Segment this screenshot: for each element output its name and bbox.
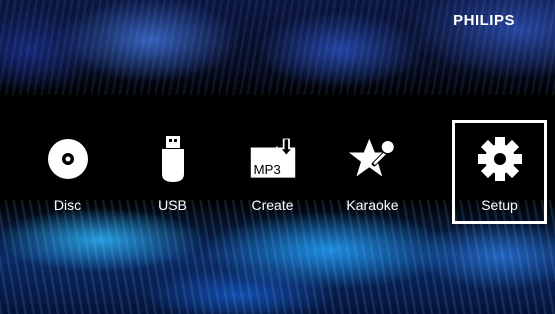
menu-item-label: Karaoke (346, 197, 399, 213)
brand-logo: PHILIPS (453, 12, 515, 29)
home-menu: Disc USB MP3 Create Karaoke Setup (0, 120, 555, 226)
menu-item-disc[interactable]: Disc (20, 120, 115, 224)
menu-item-label: Create (251, 197, 294, 213)
menu-item-setup[interactable]: Setup (452, 120, 547, 224)
menu-item-karaoke[interactable]: Karaoke (325, 120, 420, 224)
karaoke-star-icon (348, 135, 397, 183)
home-screen: PHILIPS Disc USB MP3 Create Karaoke Setu… (0, 0, 555, 314)
menu-item-label: Disc (53, 197, 82, 213)
menu-item-label: Setup (481, 197, 518, 213)
menu-item-label: USB (158, 197, 187, 213)
menu-item-usb[interactable]: USB (125, 120, 220, 224)
mp3-create-icon: MP3 (249, 135, 297, 183)
mp3-icon-text: MP3 (253, 162, 280, 177)
disc-icon (44, 135, 92, 183)
usb-icon (149, 135, 197, 183)
gear-icon (476, 135, 524, 183)
menu-item-create[interactable]: MP3 Create (225, 120, 320, 224)
